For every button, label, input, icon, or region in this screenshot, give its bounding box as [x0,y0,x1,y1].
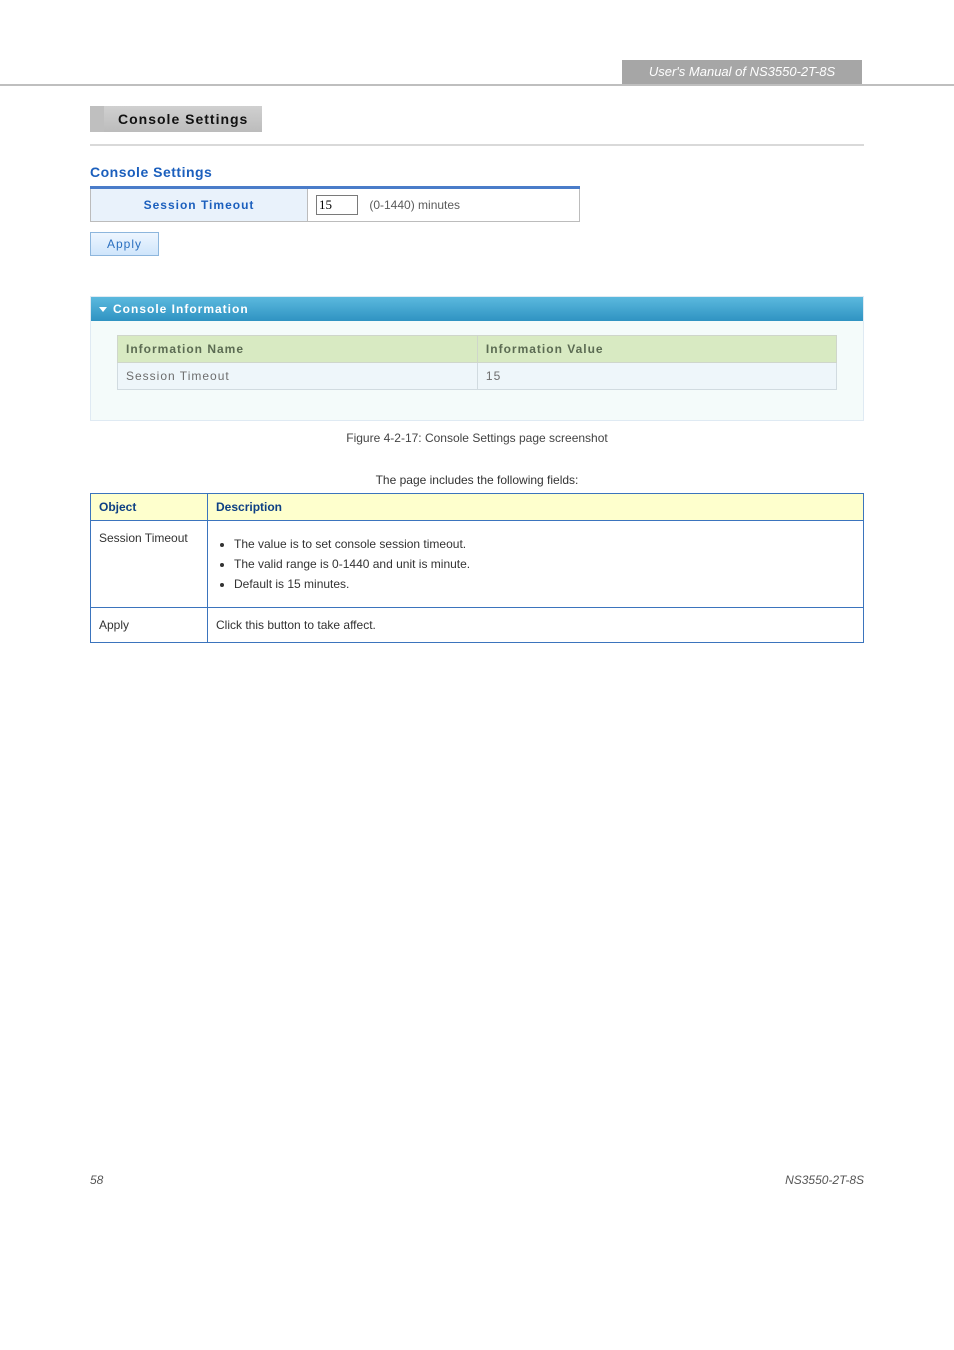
table-row: Session Timeout The value is to set cons… [91,521,864,608]
fields-description-table: Object Description Session Timeout The v… [90,493,864,643]
table-row: Apply Click this button to take affect. [91,608,864,643]
top-divider: User's Manual of NS3550-2T-8S [0,60,954,86]
desc-line: Default is 15 minutes. [234,577,855,591]
manual-tab: User's Manual of NS3550-2T-8S [622,60,862,84]
desc-object-1: Apply [91,608,208,643]
divider [90,144,864,146]
session-timeout-input[interactable] [316,195,358,215]
session-timeout-label: Session Timeout [91,188,308,222]
session-timeout-hint: (0-1440) minutes [361,198,460,212]
console-information-table: Information Name Information Value Sessi… [117,335,837,390]
console-information-header[interactable]: Console Information [91,297,863,321]
panel-title: Console Settings [104,106,262,132]
panel-title-row: Console Settings [90,106,864,132]
table-row: Session Timeout 15 [118,363,837,390]
desc-col-description: Description [208,494,864,521]
info-row-name: Session Timeout [118,363,478,390]
desc-line: The value is to set console session time… [234,537,855,551]
session-timeout-cell: (0-1440) minutes [308,188,580,222]
settings-form-table: Session Timeout (0-1440) minutes [90,186,580,222]
info-col-name: Information Name [118,336,478,363]
form-heading: Console Settings [90,164,864,180]
info-row-value: 15 [477,363,836,390]
apply-button[interactable]: Apply [90,232,159,256]
figure-caption: Figure 4-2-17: Console Settings page scr… [90,431,864,445]
desc-object-0: Session Timeout [91,521,208,608]
info-col-value: Information Value [477,336,836,363]
footer-model: NS3550-2T-8S [785,1173,864,1187]
console-information-panel: Console Information Information Name Inf… [90,296,864,421]
desc-col-object: Object [91,494,208,521]
desc-line: The valid range is 0-1440 and unit is mi… [234,557,855,571]
caret-down-icon [99,307,107,312]
page-number: 58 [90,1173,103,1187]
console-information-title: Console Information [113,302,249,316]
page-footer: 58 NS3550-2T-8S [90,1173,864,1187]
desc-text-0: The value is to set console session time… [208,521,864,608]
panel-stub [90,106,104,132]
fields-caption: The page includes the following fields: [90,473,864,487]
desc-text-1: Click this button to take affect. [208,608,864,643]
